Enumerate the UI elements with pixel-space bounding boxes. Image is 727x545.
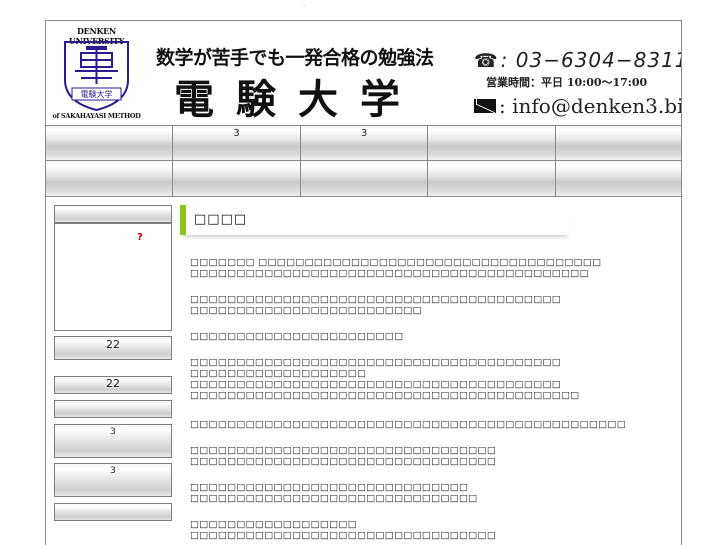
logo-bottom-text: of SAKAHAYASI METHOD: [52, 112, 141, 120]
nav-item-5[interactable]: [555, 125, 681, 161]
sidebar-item-3[interactable]: [54, 400, 172, 418]
nav-item-1[interactable]: [46, 125, 174, 161]
sidebar-box: ?: [54, 223, 172, 331]
site-tagline: 数学が苦手でも一発合格の勉強法: [156, 47, 434, 69]
nav-item-6[interactable]: [46, 161, 174, 197]
mail-icon: [474, 98, 496, 113]
email-address[interactable]: : info@denken3.biz: [474, 94, 682, 118]
nav-item-10[interactable]: [555, 161, 681, 197]
nav-item-9[interactable]: [428, 161, 556, 197]
nav-item-8[interactable]: [300, 161, 429, 197]
logo-badge-text: 電験大学: [80, 90, 113, 99]
paragraph-6: □□□□□□□□□□□□□□□□□□□□□□□□□□□□□□□□□ □□□□□□…: [190, 445, 497, 467]
phone-text: : 03−6304−8311: [500, 48, 682, 72]
telephone-icon: ☎: [474, 50, 499, 72]
sidebar-top-button[interactable]: [54, 205, 172, 223]
nav-item-2[interactable]: 3: [173, 125, 301, 161]
email-text: : info@denken3.biz: [499, 94, 682, 118]
paragraph-7: □□□□□□□□□□□□□□□□□□□□□□□□□□□□□□ □□□□□□□□□…: [190, 482, 478, 504]
university-crest-icon: [64, 41, 129, 112]
content-title-bar: □□□□: [180, 205, 570, 235]
paragraph-5: □□□□□□□□□□□□□□□□□□□□□□□□□□□□□□□□□□□□□□□□…: [190, 419, 626, 430]
nav-item-4[interactable]: [428, 125, 556, 161]
paragraph-8: □□□□□□□□□□□□□□□□□□ □□□□□□□□□□□□□□□□□□□□□…: [190, 519, 497, 541]
paragraph-3: □□□□□□□□□□□□□□□□□□□□□□□: [190, 331, 404, 342]
content-title: □□□□: [194, 212, 248, 227]
sidebar-item-4[interactable]: 3: [54, 424, 172, 458]
paragraph-4: □□□□□□□□□□□□□□□□□□□□□□□□□□□□□□□□□□□□□□□□…: [190, 357, 580, 401]
sidebar-item-5[interactable]: 3: [54, 463, 172, 497]
nav-row-1: 3 3: [46, 125, 681, 161]
paragraph-2: □□□□□□□□□□□□□□□□□□□□□□□□□□□□□□□□□□□□□□□□…: [190, 294, 562, 316]
university-logo[interactable]: DENKEN UNIVERSITY 電験大学 of SAKAHAYASI MET…: [49, 26, 144, 122]
site-header: DENKEN UNIVERSITY 電験大学 of SAKAHAYASI MET…: [46, 21, 682, 125]
business-hours: 営業時間：平日 10:00〜17:00: [486, 76, 648, 89]
page-frame: DENKEN UNIVERSITY 電験大学 of SAKAHAYASI MET…: [45, 20, 682, 545]
site-name[interactable]: 電験大学: [174, 67, 422, 125]
sidebar-item-6[interactable]: [54, 503, 172, 521]
nav-item-3[interactable]: 3: [300, 125, 429, 161]
phone-number[interactable]: ☎: 03−6304−8311: [474, 48, 682, 72]
sidebar-item-2[interactable]: 22: [54, 376, 172, 394]
paragraph-1: □□□□□□□ □□□□□□□□□□□□□□□□□□□□□□□□□□□□□□□□…: [190, 257, 602, 279]
top-marks: · ·: [300, 3, 306, 10]
missing-image-icon: ?: [137, 232, 143, 243]
sidebar-item-1[interactable]: 22: [54, 336, 172, 360]
nav-item-7[interactable]: [173, 161, 301, 197]
nav-row-2: [46, 161, 681, 197]
